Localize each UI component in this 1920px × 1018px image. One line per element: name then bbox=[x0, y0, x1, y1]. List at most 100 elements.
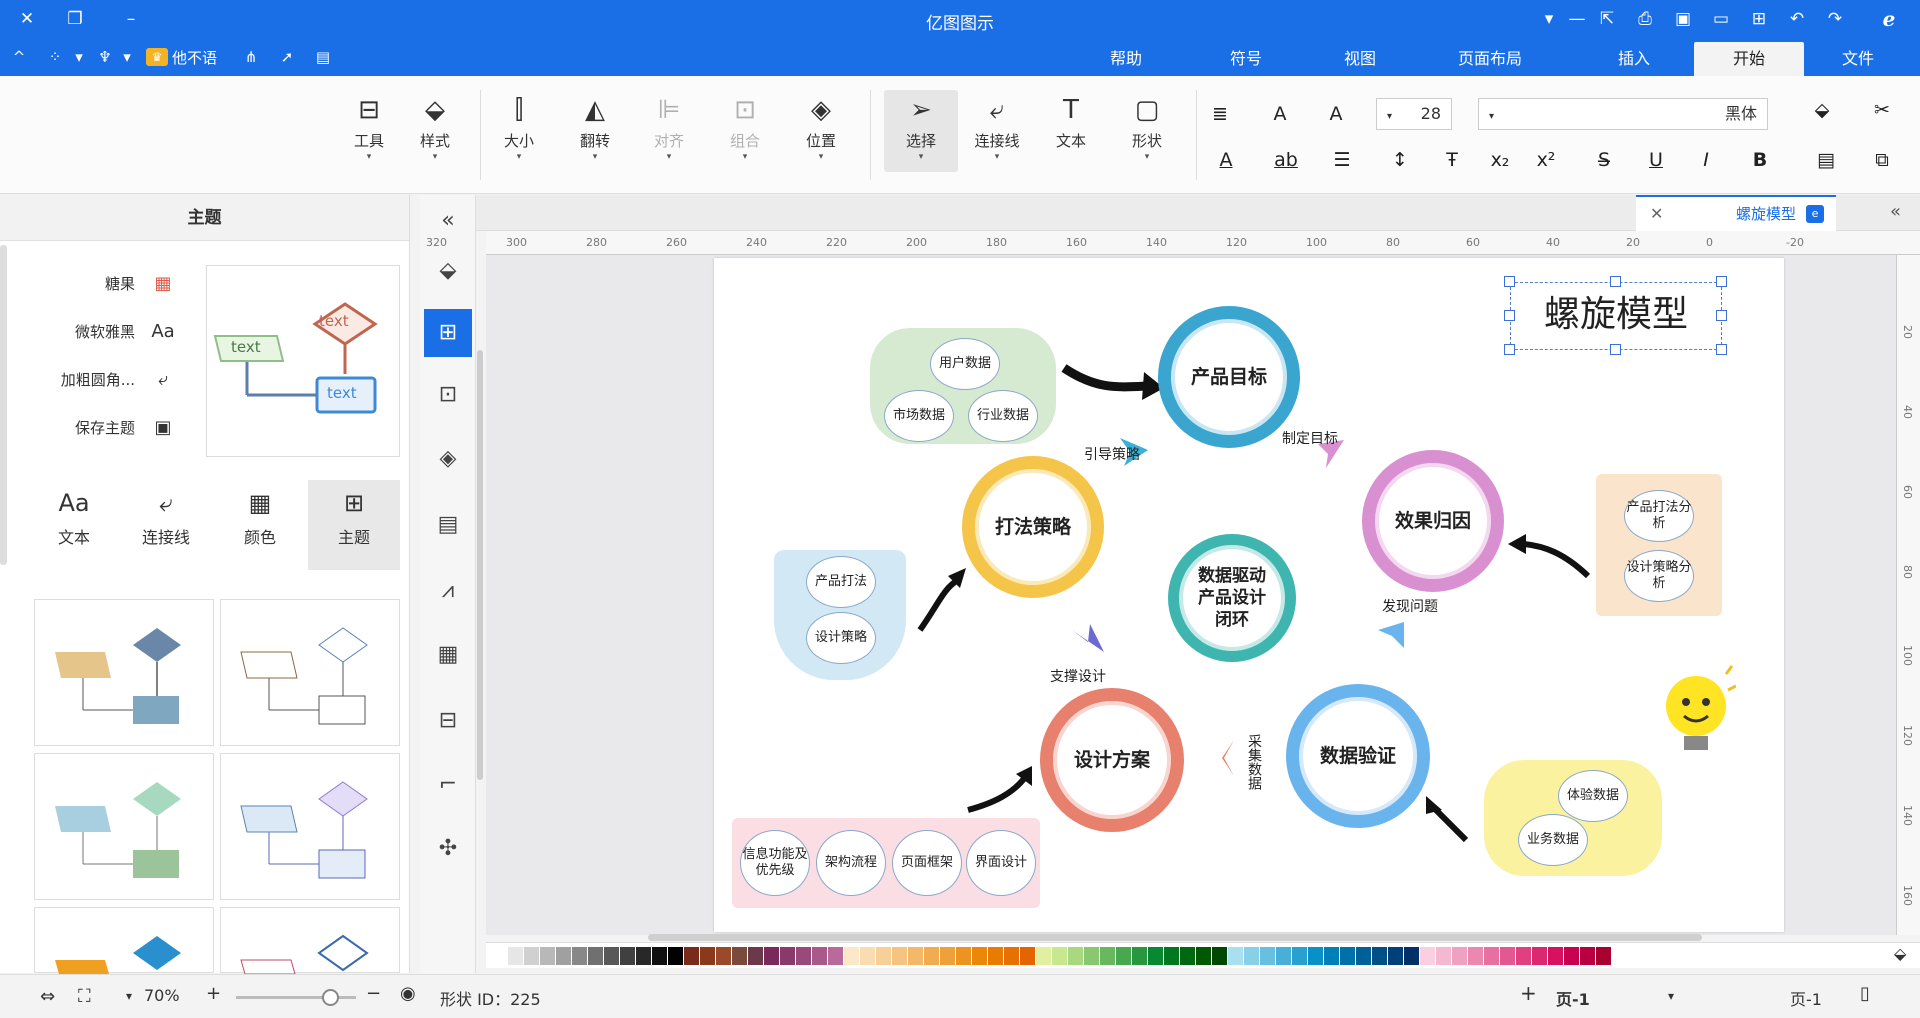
resize-handle[interactable] bbox=[1504, 310, 1515, 321]
color-swatch[interactable] bbox=[1596, 946, 1611, 965]
fit-width-icon[interactable]: ⇔ bbox=[40, 986, 55, 1007]
color-swatch[interactable] bbox=[988, 946, 1003, 965]
send-icon[interactable]: ➚ bbox=[276, 46, 298, 68]
connect-icon[interactable]: ✣ bbox=[424, 825, 472, 873]
color-swatch[interactable] bbox=[1260, 946, 1275, 965]
list-indent-icon[interactable]: ≣ bbox=[1204, 100, 1236, 128]
tab-connector[interactable]: ⤶ 连接线 bbox=[120, 480, 212, 570]
zoom-value[interactable]: 70% bbox=[144, 986, 180, 1005]
undo-icon[interactable]: ↶ bbox=[1784, 6, 1810, 32]
theme-thumbnail[interactable] bbox=[34, 753, 214, 900]
font-family-select[interactable]: ▾ 黑体 bbox=[1478, 98, 1768, 130]
expand-panel-icon[interactable]: « bbox=[1890, 201, 1901, 222]
font-size-select[interactable]: ▾ 28 bbox=[1376, 98, 1452, 130]
color-swatch[interactable] bbox=[924, 946, 939, 965]
color-swatch[interactable] bbox=[1420, 946, 1435, 965]
style-button[interactable]: ⬙ 样式 ▾ bbox=[404, 90, 466, 172]
menu-tab-symbols[interactable]: 符号 bbox=[1212, 42, 1280, 76]
color-swatch[interactable] bbox=[1452, 946, 1467, 965]
zoom-out-icon[interactable]: − bbox=[366, 983, 381, 1004]
color-swatch[interactable] bbox=[1500, 946, 1515, 965]
input-node[interactable]: 行业数据 bbox=[968, 390, 1038, 442]
input-node[interactable]: 用户数据 bbox=[930, 338, 1000, 390]
color-swatch[interactable] bbox=[892, 946, 907, 965]
color-swatch[interactable] bbox=[700, 946, 715, 965]
color-swatch[interactable] bbox=[1052, 946, 1067, 965]
color-swatch[interactable] bbox=[1020, 946, 1035, 965]
group-button[interactable]: ⊡ 组合 ▾ bbox=[714, 90, 776, 172]
menu-tab-start[interactable]: 开始 bbox=[1694, 42, 1804, 76]
chevron-down-icon[interactable]: ▾ bbox=[126, 989, 132, 1003]
resize-handle[interactable] bbox=[1716, 344, 1727, 355]
color-swatch[interactable] bbox=[668, 946, 683, 965]
add-page-button[interactable]: + bbox=[1520, 981, 1537, 1005]
menu-tab-insert[interactable]: 插入 bbox=[1600, 42, 1668, 76]
play-icon[interactable]: ◉ bbox=[400, 983, 416, 1004]
theme-option-candy[interactable]: 糖果 ▦ bbox=[105, 271, 177, 297]
input-node[interactable]: 设计策略分析 bbox=[1624, 550, 1694, 602]
color-swatch[interactable] bbox=[1084, 946, 1099, 965]
color-swatch[interactable] bbox=[940, 946, 955, 965]
color-swatch[interactable] bbox=[604, 946, 619, 965]
export-icon[interactable]: ⇱ bbox=[1594, 6, 1620, 32]
chart-icon[interactable]: ⩘ bbox=[424, 567, 472, 615]
font-grow-icon[interactable]: A bbox=[1320, 100, 1352, 128]
fill-icon[interactable]: ⬙ bbox=[424, 247, 472, 295]
diagram-title[interactable]: 螺旋模型 bbox=[1510, 282, 1722, 350]
redo-icon[interactable]: ↷ bbox=[1822, 6, 1848, 32]
color-swatch[interactable] bbox=[796, 946, 811, 965]
resize-handle[interactable] bbox=[1610, 276, 1621, 287]
color-swatch[interactable] bbox=[1068, 946, 1083, 965]
color-swatch[interactable] bbox=[556, 946, 571, 965]
color-swatch[interactable] bbox=[1564, 946, 1579, 965]
text-format-icon[interactable]: Ŧ bbox=[1436, 146, 1468, 174]
tools-button[interactable]: ⊟ 工具 ▾ bbox=[338, 90, 400, 172]
menu-tab-view[interactable]: 视图 bbox=[1326, 42, 1394, 76]
color-swatch[interactable] bbox=[1484, 946, 1499, 965]
page-tab[interactable]: 页-1 bbox=[1556, 986, 1590, 1010]
color-swatch[interactable] bbox=[1004, 946, 1019, 965]
input-node[interactable]: 信息功能及优先级 bbox=[740, 830, 810, 896]
color-swatch[interactable] bbox=[1436, 946, 1451, 965]
image-icon[interactable]: ⊡ bbox=[424, 371, 472, 419]
bullets-icon[interactable]: ☰ bbox=[1326, 146, 1358, 174]
color-swatch[interactable] bbox=[780, 946, 795, 965]
circle-strategy[interactable]: 打法策略 bbox=[962, 456, 1104, 598]
italic-icon[interactable]: I bbox=[1690, 146, 1722, 174]
color-swatch[interactable] bbox=[684, 946, 699, 965]
superscript-icon[interactable]: x² bbox=[1530, 146, 1562, 174]
color-swatch[interactable] bbox=[1276, 946, 1291, 965]
shirt-icon[interactable]: ♆ bbox=[94, 46, 116, 68]
select-button[interactable]: ➢ 选择 ▾ bbox=[884, 90, 958, 172]
font-shrink-icon[interactable]: A bbox=[1264, 100, 1296, 128]
color-swatch[interactable] bbox=[1228, 946, 1243, 965]
theme-thumbnail[interactable] bbox=[34, 599, 214, 746]
format-icon[interactable]: ⌐ bbox=[424, 761, 472, 809]
color-swatch[interactable] bbox=[812, 946, 827, 965]
align-button[interactable]: ⊫ 对齐 ▾ bbox=[638, 90, 700, 172]
color-swatch[interactable] bbox=[1196, 946, 1211, 965]
color-swatch[interactable] bbox=[716, 946, 731, 965]
fit-page-icon[interactable]: ⛶ bbox=[78, 986, 91, 1007]
user-badge[interactable]: ♛ 他不语 bbox=[146, 46, 217, 68]
shape-button[interactable]: ▢ 形状 ▾ bbox=[1116, 90, 1178, 172]
save-icon[interactable]: ▣ bbox=[1670, 6, 1696, 32]
theme-thumbnail[interactable] bbox=[220, 753, 400, 900]
color-swatch[interactable] bbox=[1180, 946, 1195, 965]
fill-icon[interactable]: ⬙ bbox=[1894, 944, 1906, 963]
resize-handle[interactable] bbox=[1716, 276, 1727, 287]
circle-attribution[interactable]: 效果归因 bbox=[1362, 450, 1504, 592]
color-swatch[interactable] bbox=[1116, 946, 1131, 965]
input-node[interactable]: 设计策略 bbox=[806, 612, 876, 664]
strikethrough-icon[interactable]: S̶ bbox=[1588, 146, 1620, 174]
color-swatch[interactable] bbox=[1100, 946, 1115, 965]
menu-tab-help[interactable]: 帮助 bbox=[1092, 42, 1160, 76]
document-tab[interactable]: ✕ 螺旋模型 e bbox=[1636, 195, 1836, 231]
color-swatch[interactable] bbox=[732, 946, 747, 965]
open-icon[interactable]: ▭ bbox=[1708, 6, 1734, 32]
outline-icon[interactable]: ⊟ bbox=[424, 697, 472, 745]
color-swatch[interactable] bbox=[492, 946, 507, 965]
paste-icon[interactable]: ▤ bbox=[1810, 146, 1842, 174]
size-button[interactable]: ⫿ 大小 ▾ bbox=[488, 90, 550, 172]
color-swatch[interactable] bbox=[508, 946, 523, 965]
